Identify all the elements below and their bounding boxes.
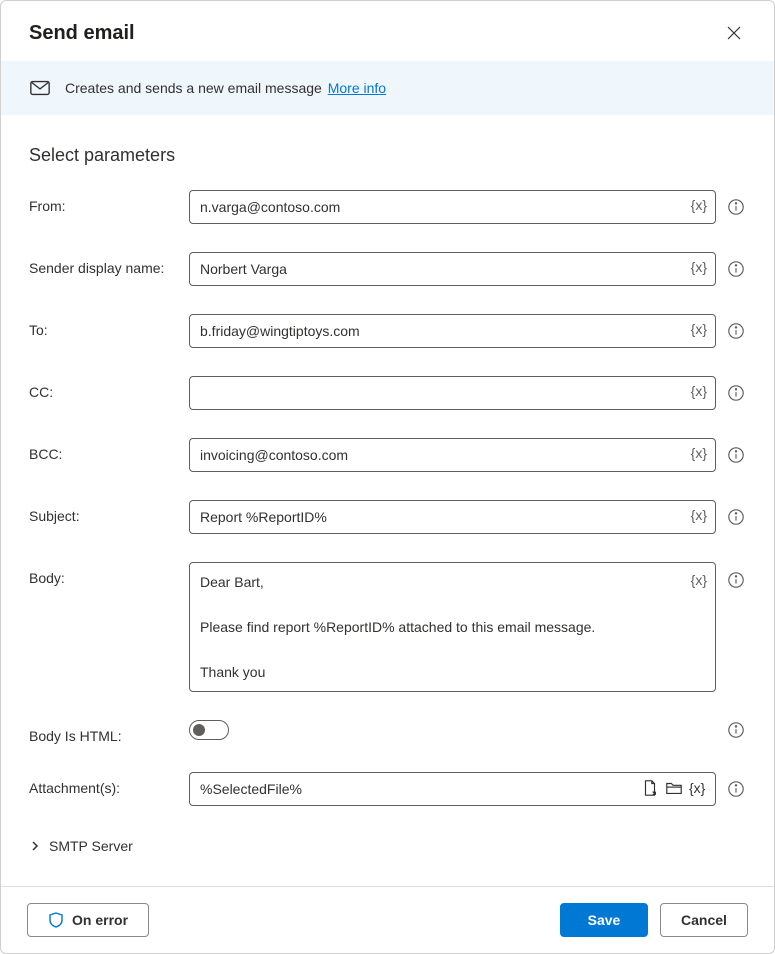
to-label: To: [29,314,179,338]
on-error-button[interactable]: On error [27,903,149,937]
variable-picker-icon[interactable]: {x} [691,383,707,399]
row-from: From: n.varga@contoso.com {x} [29,190,746,224]
row-cc: CC: {x} [29,376,746,410]
info-icon [727,780,745,798]
description-text-wrap: Creates and sends a new email message Mo… [65,80,386,96]
dialog-header: Send email [1,1,774,61]
from-info[interactable] [726,197,746,217]
subject-value: Report %ReportID% [200,509,327,525]
row-body: Body: Dear Bart, Please find report %Rep… [29,562,746,692]
sender-name-input[interactable]: Norbert Varga {x} [189,252,716,286]
bcc-label: BCC: [29,438,179,462]
attachments-label: Attachment(s): [29,772,179,796]
variable-picker-icon[interactable]: {x} [691,569,707,591]
variable-picker-icon[interactable]: {x} [689,779,707,797]
sender-name-info[interactable] [726,259,746,279]
dialog-content: Select parameters From: n.varga@contoso.… [1,115,774,886]
description-text: Creates and sends a new email message [65,80,322,96]
info-icon [727,198,745,216]
send-email-dialog: Send email Creates and sends a new email… [0,0,775,954]
cc-label: CC: [29,376,179,400]
from-input[interactable]: n.varga@contoso.com {x} [189,190,716,224]
row-subject: Subject: Report %ReportID% {x} [29,500,746,534]
sender-name-value: Norbert Varga [200,261,287,277]
bcc-value: invoicing@contoso.com [200,447,348,463]
close-button[interactable] [720,19,748,47]
attachments-value: %SelectedFile% [200,781,302,797]
subject-label: Subject: [29,500,179,524]
cc-input[interactable]: {x} [189,376,716,410]
body-html-info[interactable] [726,720,746,740]
to-input[interactable]: b.friday@wingtiptoys.com {x} [189,314,716,348]
smtp-server-expander[interactable]: SMTP Server [29,834,746,874]
smtp-expander-label: SMTP Server [49,838,133,854]
bcc-input[interactable]: invoicing@contoso.com {x} [189,438,716,472]
info-icon [727,322,745,340]
body-label: Body: [29,562,179,586]
from-input-value: n.varga@contoso.com [200,199,340,215]
section-title: Select parameters [29,145,746,166]
from-label: From: [29,190,179,214]
variable-picker-icon[interactable]: {x} [691,259,707,275]
shield-icon [48,912,64,928]
body-input[interactable]: Dear Bart, Please find report %ReportID%… [189,562,716,692]
to-value: b.friday@wingtiptoys.com [200,323,360,339]
variable-picker-icon[interactable]: {x} [691,197,707,213]
info-icon [727,446,745,464]
variable-picker-icon[interactable]: {x} [691,445,707,461]
body-info[interactable] [726,570,746,590]
variable-picker-icon[interactable]: {x} [691,321,707,337]
info-icon [727,384,745,402]
mail-icon [29,77,51,99]
row-body-html: Body Is HTML: [29,720,746,744]
body-html-label: Body Is HTML: [29,720,179,744]
row-sender-name: Sender display name: Norbert Varga {x} [29,252,746,286]
select-file-icon[interactable] [641,779,659,797]
info-icon [727,508,745,526]
dialog-title: Send email [29,22,135,45]
body-html-toggle[interactable] [189,720,229,740]
body-value: Dear Bart, Please find report %ReportID%… [200,571,595,683]
close-icon [727,26,741,40]
row-bcc: BCC: invoicing@contoso.com {x} [29,438,746,472]
save-label: Save [588,912,621,928]
row-to: To: b.friday@wingtiptoys.com {x} [29,314,746,348]
more-info-link[interactable]: More info [328,80,386,96]
cancel-button[interactable]: Cancel [660,903,748,937]
to-info[interactable] [726,321,746,341]
sender-name-label: Sender display name: [29,252,179,276]
save-button[interactable]: Save [560,903,648,937]
cancel-label: Cancel [681,912,727,928]
attachments-info[interactable] [726,779,746,799]
dialog-footer: On error Save Cancel [1,886,774,953]
bcc-info[interactable] [726,445,746,465]
subject-input[interactable]: Report %ReportID% {x} [189,500,716,534]
info-icon [727,571,745,589]
info-icon [727,260,745,278]
attachments-input[interactable]: %SelectedFile% {x} [189,772,716,806]
toggle-knob [193,724,205,736]
variable-picker-icon[interactable]: {x} [691,507,707,523]
row-attachments: Attachment(s): %SelectedFile% {x} [29,772,746,806]
description-bar: Creates and sends a new email message Mo… [1,61,774,115]
subject-info[interactable] [726,507,746,527]
select-folder-icon[interactable] [665,779,683,797]
on-error-label: On error [72,912,128,928]
info-icon [727,721,745,739]
cc-info[interactable] [726,383,746,403]
chevron-right-icon [29,840,41,852]
